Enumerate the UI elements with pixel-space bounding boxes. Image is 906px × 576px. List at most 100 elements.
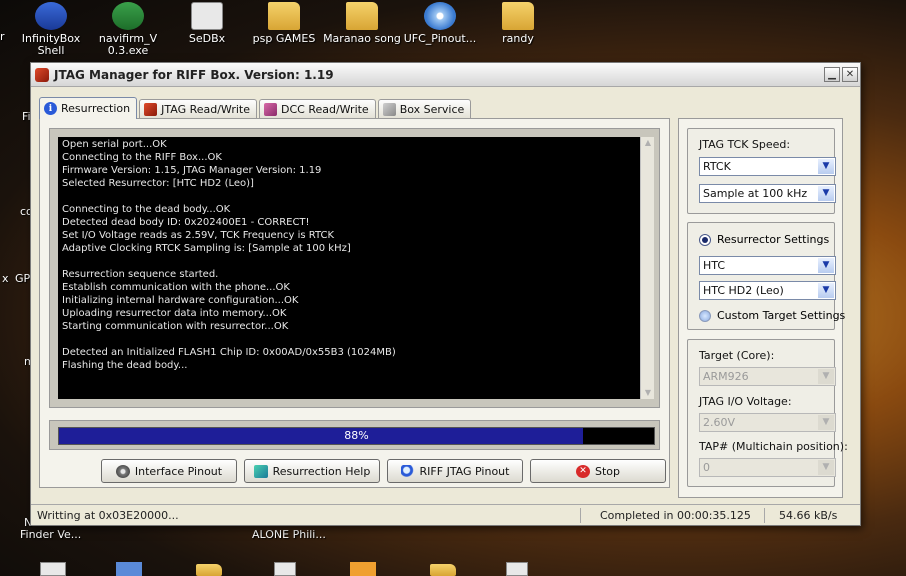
- status-divider: [580, 508, 581, 523]
- desktop-icon-partial[interactable]: [430, 564, 456, 576]
- magnifier-icon: [400, 464, 415, 478]
- desktop-icon-partial[interactable]: [506, 562, 528, 576]
- minimize-button[interactable]: ▁: [824, 67, 840, 82]
- desktop-icon-navifirm[interactable]: navifirm_V 0.3.exe: [86, 2, 170, 57]
- chevron-down-icon: ▼: [818, 415, 834, 430]
- chevron-down-icon: ▼: [818, 283, 834, 298]
- resurrector-group: Resurrector Settings HTC ▼ HTC HD2 (Leo)…: [687, 222, 845, 330]
- tap-value: 0: [703, 461, 710, 474]
- folder-icon: [268, 2, 300, 30]
- target-core-label: Target (Core):: [699, 349, 775, 362]
- desktop-icon-partial[interactable]: [116, 562, 142, 576]
- tap-select[interactable]: 0 ▼: [699, 458, 836, 477]
- tab-box-service[interactable]: Box Service: [377, 99, 472, 119]
- log-output[interactable]: Open serial port...OK Connecting to the R…: [58, 137, 640, 399]
- log-scrollbar[interactable]: ▲ ▼: [640, 137, 654, 399]
- window-title: JTAG Manager for RIFF Box. Version: 1.19: [54, 67, 334, 82]
- riff-jtag-pinout-button[interactable]: RIFF JTAG Pinout: [387, 459, 523, 483]
- desktop-icon-infinitybox-shell[interactable]: InfinityBox Shell: [9, 2, 93, 57]
- scroll-down-icon[interactable]: ▼: [641, 387, 655, 399]
- target-core-value: ARM926: [703, 370, 749, 383]
- log-line: Selected Resurrector: [HTC HD2 (Leo)]: [62, 178, 254, 189]
- status-divider: [764, 508, 765, 523]
- chevron-down-icon: ▼: [818, 159, 834, 174]
- settings-panel: JTAG TCK Speed: RTCK ▼ Sample at 100 kHz…: [678, 118, 848, 498]
- tck-speed-value: RTCK: [703, 160, 731, 173]
- log-frame: Open serial port...OK Connecting to the R…: [49, 128, 660, 408]
- chevron-down-icon: ▼: [818, 258, 834, 273]
- info-icon: i: [44, 102, 57, 115]
- model-value: HTC HD2 (Leo): [703, 284, 784, 297]
- tck-speed-group: JTAG TCK Speed: RTCK ▼ Sample at 100 kHz…: [687, 128, 836, 214]
- desktop-icon-finder[interactable]: Finder Ve...: [20, 528, 81, 541]
- desktop-icon-maranao-song[interactable]: Maranao song: [320, 2, 404, 45]
- riff-app-icon: [35, 67, 49, 82]
- log-line: Set I/O Voltage reads as 2.59V, TCK Freq…: [62, 230, 335, 241]
- custom-target-group: Target (Core): ARM926 ▼ JTAG I/O Voltage…: [687, 339, 848, 487]
- folder-icon: [502, 2, 534, 30]
- log-line: Starting communication with resurrector.…: [62, 321, 289, 332]
- desktop-icon-partial[interactable]: [196, 564, 222, 576]
- navifirm-exe-icon: [112, 2, 144, 30]
- status-speed: 54.66 kB/s: [779, 509, 838, 522]
- tab-label: JTAG Read/Write: [161, 103, 250, 116]
- desktop-icon-label: psp GAMES: [252, 32, 316, 45]
- log-line: Detected an Initialized FLASH1 Chip ID: …: [62, 347, 396, 358]
- desktop-icon-psp-games[interactable]: psp GAMES: [242, 2, 326, 45]
- sedbx-icon: [191, 2, 223, 30]
- sampling-value: Sample at 100 kHz: [703, 187, 808, 200]
- scroll-up-icon[interactable]: ▲: [641, 137, 655, 149]
- progress-bar: 88%: [58, 427, 655, 445]
- desktop-icon-label: SeDBx: [188, 32, 226, 45]
- custom-target-radio[interactable]: Custom Target Settings: [699, 309, 845, 322]
- desktop-icon-label: InfinityBox Shell: [21, 32, 81, 57]
- gear-icon: [115, 464, 130, 478]
- io-voltage-label: JTAG I/O Voltage:: [699, 395, 792, 408]
- sampling-select[interactable]: Sample at 100 kHz ▼: [699, 184, 836, 203]
- tck-speed-label: JTAG TCK Speed:: [699, 138, 791, 151]
- desktop-icon-label: UFC_Pinout...: [403, 32, 477, 45]
- vendor-select[interactable]: HTC ▼: [699, 256, 836, 275]
- stop-button[interactable]: ✕ Stop: [530, 459, 666, 483]
- dcc-rw-icon: [263, 103, 277, 116]
- radio-label: Custom Target Settings: [717, 309, 846, 322]
- progress-percent: 88%: [344, 429, 369, 442]
- desktop-icon-partial[interactable]: [274, 562, 296, 576]
- tab-label: Resurrection: [61, 102, 131, 115]
- io-voltage-select[interactable]: 2.60V ▼: [699, 413, 836, 432]
- cd-icon: [424, 2, 456, 30]
- tab-resurrection[interactable]: i Resurrection: [39, 97, 138, 119]
- target-core-select[interactable]: ARM926 ▼: [699, 367, 836, 386]
- log-line: Establish communication with the phone..…: [62, 282, 290, 293]
- radio-unselected-icon: [699, 309, 711, 322]
- resurrection-help-button[interactable]: Resurrection Help: [244, 459, 380, 483]
- desktop-icon-ufc-pinout[interactable]: UFC_Pinout...: [398, 2, 482, 45]
- button-label: Interface Pinout: [134, 464, 223, 478]
- infinitybox-shell-icon: [35, 2, 67, 30]
- desktop-label-fragment: x: [2, 272, 9, 285]
- resurrector-settings-radio[interactable]: Resurrector Settings: [699, 233, 829, 246]
- desktop-icon-label: navifirm_V 0.3.exe: [98, 32, 158, 57]
- desktop-icon-sedbx[interactable]: SeDBx: [165, 2, 249, 45]
- desktop-icon-alone-phili[interactable]: ALONE Phili...: [252, 528, 326, 541]
- log-line: Uploading resurrector data into memory..…: [62, 308, 287, 319]
- resurrection-panel: Open serial port...OK Connecting to the R…: [39, 118, 670, 488]
- log-line: Connecting to the RIFF Box...OK: [62, 152, 222, 163]
- title-bar[interactable]: JTAG Manager for RIFF Box. Version: 1.19…: [31, 63, 860, 87]
- desktop-icon-partial[interactable]: [40, 562, 66, 576]
- tck-speed-select[interactable]: RTCK ▼: [699, 157, 836, 176]
- status-elapsed: Completed in 00:00:35.125: [600, 509, 751, 522]
- desktop-icon-label: Maranao song: [323, 32, 401, 45]
- desktop-icon-partial[interactable]: [350, 562, 376, 576]
- jtag-manager-window: JTAG Manager for RIFF Box. Version: 1.19…: [30, 62, 861, 526]
- chevron-down-icon: ▼: [818, 369, 834, 384]
- close-button[interactable]: ✕: [842, 67, 858, 82]
- desktop-label-fragment: r: [0, 30, 5, 43]
- tab-jtag-read-write[interactable]: JTAG Read/Write: [139, 99, 257, 119]
- tab-dcc-read-write[interactable]: DCC Read/Write: [258, 99, 376, 119]
- interface-pinout-button[interactable]: Interface Pinout: [101, 459, 237, 483]
- model-select[interactable]: HTC HD2 (Leo) ▼: [699, 281, 836, 300]
- desktop-icon-randy[interactable]: randy: [476, 2, 560, 45]
- tab-strip: i Resurrection JTAG Read/Write DCC Read/…: [39, 97, 473, 119]
